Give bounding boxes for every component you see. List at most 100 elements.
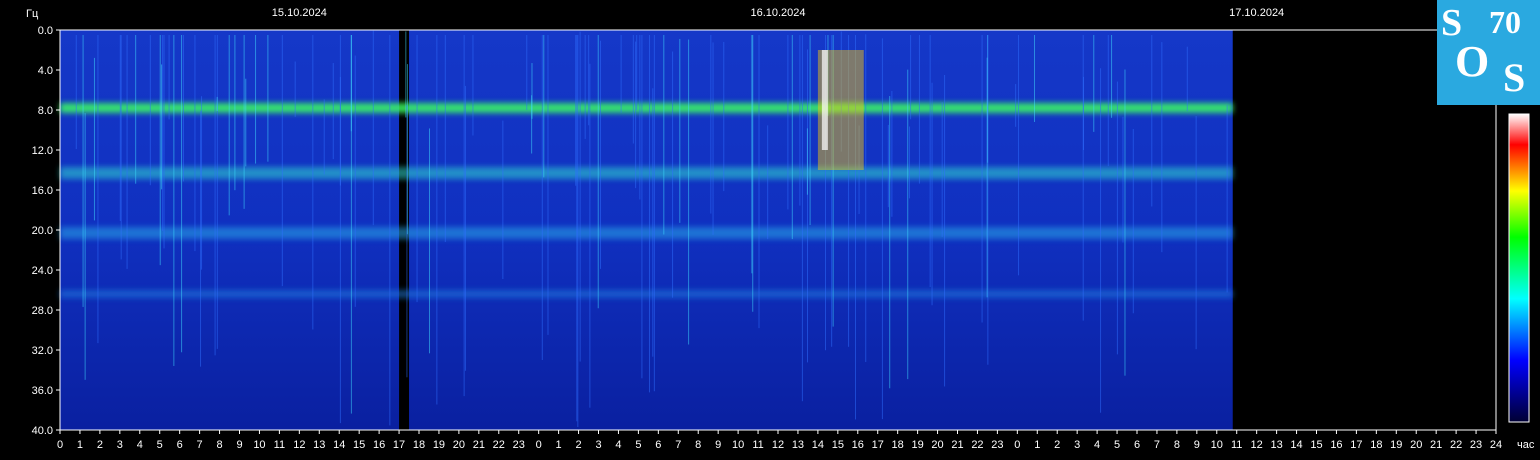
streak [281, 35, 283, 287]
logo-70: 70 [1489, 4, 1521, 40]
x-tick-label: 7 [197, 439, 203, 451]
x-tick-label: 18 [1370, 439, 1382, 451]
streak [75, 35, 77, 150]
streak [194, 35, 196, 252]
streak [354, 55, 356, 307]
streak [1018, 35, 1020, 276]
streak [620, 35, 622, 113]
streak [806, 128, 808, 195]
streak [163, 35, 165, 249]
x-tick-label: 13 [313, 439, 325, 451]
x-tick-label: 6 [1134, 439, 1140, 451]
x-tick-label: 0 [57, 439, 63, 451]
streak [1151, 35, 1153, 207]
streak [405, 31, 407, 118]
x-tick-label: 2 [575, 439, 581, 451]
streak [547, 35, 549, 335]
x-tick-label: 21 [951, 439, 963, 451]
streak [463, 35, 465, 397]
streak [632, 35, 634, 144]
streak [372, 30, 374, 226]
x-tick-label: 1 [77, 439, 83, 451]
x-tick-label: 14 [1290, 439, 1302, 451]
spectrogram-chart: Гц час 0.0 4.0 8.0 12.0 16.0 20.0 24.0 28.0 32.0… [26, 7, 1535, 451]
x-tick-label: 6 [655, 439, 661, 451]
streak [82, 35, 84, 307]
x-tick-label: 3 [1074, 439, 1080, 451]
streak [801, 35, 803, 402]
y-tick-label: 32.0 [32, 345, 53, 357]
streak [1116, 81, 1118, 355]
x-tick-label: 9 [715, 439, 721, 451]
disturbance-peak [821, 50, 828, 150]
x-tick-label: 8 [695, 439, 701, 451]
x-tick-label: 8 [1174, 439, 1180, 451]
streak [636, 35, 638, 111]
streak [406, 105, 408, 378]
streak [216, 96, 218, 111]
date-labels: 15.10.2024 16.10.2024 17.10.2024 [272, 7, 1284, 19]
y-tick-label: 40.0 [32, 425, 53, 437]
streak [809, 35, 811, 226]
band-14.3hz [60, 167, 1233, 179]
streak [579, 31, 581, 362]
x-tick-label: 21 [473, 439, 485, 451]
streak [416, 35, 418, 303]
streak [981, 35, 983, 323]
streak [987, 35, 989, 365]
x-tick-label: 10 [253, 439, 265, 451]
streak [577, 35, 579, 427]
x-tick-label: 17 [1350, 439, 1362, 451]
x-tick-label: 23 [991, 439, 1003, 451]
streak [267, 35, 269, 162]
streak [918, 35, 920, 184]
streak [635, 41, 637, 189]
streak [339, 35, 341, 424]
x-tick-label: 21 [1430, 439, 1442, 451]
x-tick-label: 7 [675, 439, 681, 451]
streak [652, 88, 654, 357]
y-tick-label: 12.0 [32, 145, 53, 157]
x-tick-label: 18 [892, 439, 904, 451]
streak [1122, 116, 1124, 243]
logo-o: O [1455, 37, 1490, 86]
y-tick-label: 16.0 [32, 185, 53, 197]
streak [245, 78, 247, 167]
streak [1100, 68, 1102, 413]
x-tick-label: 10 [1211, 439, 1223, 451]
streak [350, 35, 352, 132]
streak [1186, 46, 1188, 111]
streak [881, 38, 883, 420]
x-tick-label: 2 [97, 439, 103, 451]
y-tick-label: 0.0 [38, 25, 53, 37]
logo-s-bottom: S [1503, 55, 1526, 100]
x-tick-label: 23 [513, 439, 525, 451]
streak [1082, 35, 1084, 321]
streak [429, 128, 431, 354]
streak [929, 35, 931, 288]
y-tick-label: 20.0 [32, 225, 53, 237]
streak [312, 35, 314, 330]
x-tick-label: 7 [1154, 439, 1160, 451]
streak [84, 113, 86, 380]
streak [243, 35, 245, 209]
y-tick-label: 36.0 [32, 385, 53, 397]
streak [653, 35, 655, 392]
streak [502, 120, 504, 280]
x-tick-label: 14 [333, 439, 345, 451]
x-tick-label: 11 [274, 439, 285, 451]
streak [712, 42, 714, 235]
streak [159, 35, 161, 266]
x-tick-label: 16 [373, 439, 385, 451]
sos70-logo: S 70 O S [1437, 0, 1540, 105]
streak [597, 35, 599, 309]
y-tick-labels: 0.0 4.0 8.0 12.0 16.0 20.0 24.0 28.0 32.0 36.0 40.… [32, 25, 60, 437]
streak [531, 63, 533, 119]
streak [575, 35, 577, 186]
x-tick-label: 15 [353, 439, 365, 451]
streak [751, 35, 753, 274]
colorbar [1508, 113, 1530, 423]
band-26.4hz [60, 290, 1233, 298]
streak [758, 35, 760, 329]
x-tick-label: 19 [1390, 439, 1402, 451]
